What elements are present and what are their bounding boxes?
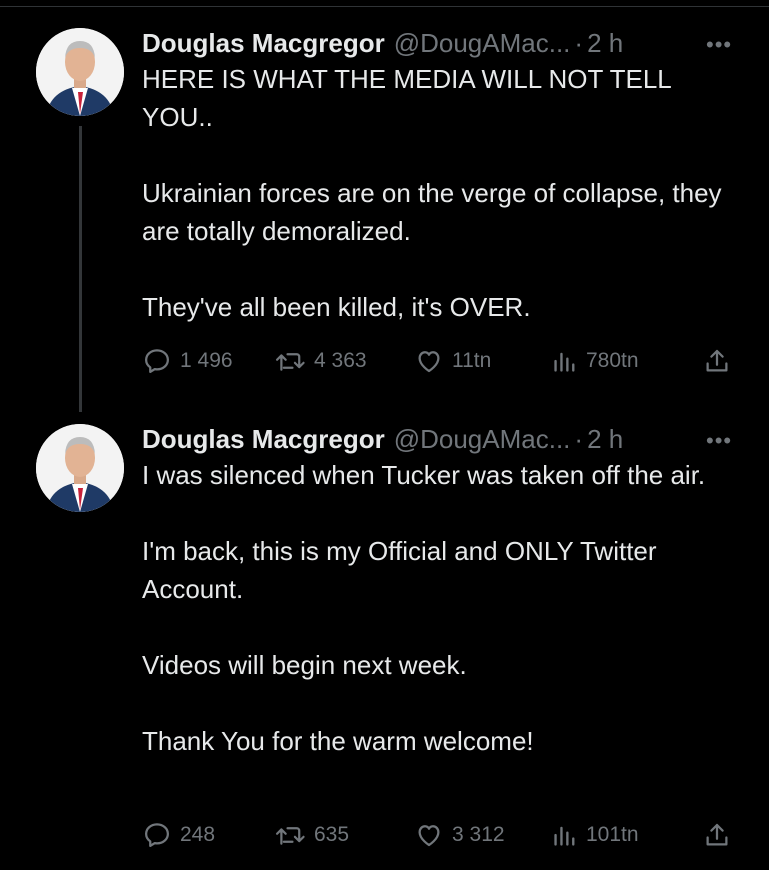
top-divider (0, 6, 769, 7)
separator-dot: · (574, 424, 584, 454)
like-count: 3 312 (452, 823, 505, 846)
reply-count: 248 (180, 823, 216, 846)
retweet-button[interactable]: 635 (274, 818, 349, 852)
tweet[interactable]: Douglas Macgregor @DougAMac... · 2 h •••… (0, 26, 769, 406)
tweet-paragraph: Videos will begin next week. (142, 650, 467, 680)
like-button[interactable]: 11tn (414, 344, 491, 378)
retweet-icon (275, 353, 305, 371)
reply-button[interactable]: 248 (142, 818, 215, 852)
reply-icon (145, 823, 169, 847)
share-button[interactable] (702, 344, 732, 378)
views-button[interactable]: 780tn (552, 344, 639, 378)
timestamp[interactable]: 2 h (587, 26, 623, 60)
retweet-button[interactable]: 4 363 (274, 344, 367, 378)
reply-count: 1 496 (180, 349, 233, 372)
author-handle[interactable]: @DougAMac... (394, 422, 571, 456)
views-count: 780tn (586, 349, 639, 372)
tweet-header: Douglas Macgregor @DougAMac... · 2 h (142, 422, 742, 456)
avatar[interactable] (36, 424, 124, 512)
tweet-text: I was silenced when Tucker was taken off… (142, 456, 742, 760)
tweet-paragraph: I was silenced when Tucker was taken off… (142, 460, 706, 490)
like-icon (418, 351, 440, 373)
views-button[interactable]: 101tn (552, 818, 639, 852)
tweet[interactable]: Douglas Macgregor @DougAMac... · 2 h •••… (0, 422, 769, 862)
action-bar: 1 496 4 363 11tn 780tn (142, 344, 742, 378)
tweet-paragraph: HERE IS WHAT THE MEDIA WILL NOT TELL YOU… (142, 64, 671, 132)
like-button[interactable]: 3 312 (414, 818, 505, 852)
author-name[interactable]: Douglas Macgregor (142, 26, 385, 60)
retweet-icon (275, 827, 305, 845)
share-icon (706, 349, 728, 372)
more-icon[interactable]: ••• (706, 32, 732, 58)
avatar[interactable] (36, 28, 124, 116)
retweet-count: 635 (314, 823, 350, 846)
tweet-paragraph: They've all been killed, it's OVER. (142, 292, 531, 322)
tweet-paragraph: Thank You for the warm welcome! (142, 726, 534, 756)
tweet-text: HERE IS WHAT THE MEDIA WILL NOT TELL YOU… (142, 60, 742, 326)
share-button[interactable] (702, 818, 732, 852)
views-icon (554, 826, 575, 846)
reply-icon (145, 349, 169, 373)
retweet-count: 4 363 (314, 349, 367, 372)
separator-dot: · (574, 28, 584, 58)
action-bar: 248 635 3 312 101tn (142, 818, 742, 852)
views-icon (554, 352, 575, 372)
timestamp[interactable]: 2 h (587, 422, 623, 456)
like-count: 11tn (452, 349, 492, 372)
avatar-portrait-icon (36, 28, 124, 116)
author-handle[interactable]: @DougAMac... (394, 26, 571, 60)
views-count: 101tn (586, 823, 639, 846)
author-name[interactable]: Douglas Macgregor (142, 422, 385, 456)
more-icon[interactable]: ••• (706, 428, 732, 454)
share-icon (706, 823, 728, 846)
tweet-paragraph: I'm back, this is my Official and ONLY T… (142, 536, 657, 604)
tweet-paragraph: Ukrainian forces are on the verge of col… (142, 178, 722, 246)
tweet-header: Douglas Macgregor @DougAMac... · 2 h (142, 26, 742, 60)
like-icon (418, 825, 440, 847)
reply-button[interactable]: 1 496 (142, 344, 233, 378)
avatar-portrait-icon (36, 424, 124, 512)
